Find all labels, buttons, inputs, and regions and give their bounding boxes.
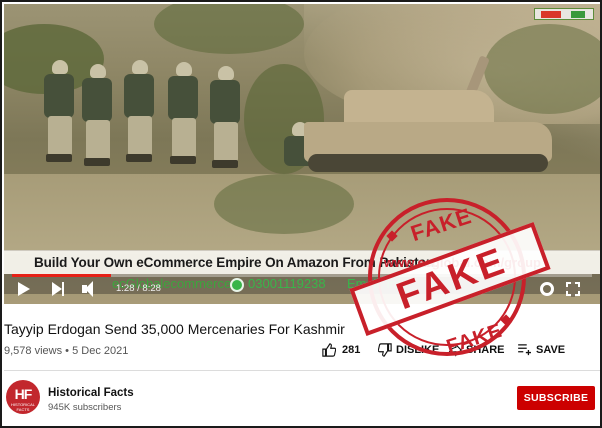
channel-avatar[interactable]: HF HISTORICAL FACTS [6,380,40,414]
settings-icon[interactable] [540,282,554,296]
stamp-star-icon [500,314,512,326]
avatar-subtitle: HISTORICAL FACTS [11,402,35,412]
share-icon[interactable] [448,343,462,357]
like-icon[interactable] [322,343,336,357]
ad-overlay-banner[interactable]: Build Your Own eCommerce Empire On Amazo… [4,250,600,274]
next-icon[interactable] [52,280,74,298]
progress-bar-fill [12,274,111,277]
time-display: 1:28 / 8:28 [116,283,161,294]
video-scene-brush [154,4,304,54]
ad-headline: Build Your Own eCommerce Empire On Amazo… [34,255,439,270]
dislike-icon[interactable] [378,343,392,357]
video-meta: 9,578 views • 5 Dec 2021 [4,345,128,357]
volume-icon[interactable] [82,280,104,298]
fullscreen-icon[interactable] [565,281,581,297]
progress-bar[interactable] [12,274,592,277]
subscriber-count: 945K subscribers [48,402,122,413]
view-count: 9,578 views [4,345,63,357]
video-scene-brush [214,174,354,234]
divider [4,370,600,371]
play-icon[interactable] [18,282,30,296]
meta-separator: • [65,345,70,357]
save-label: SAVE [536,344,566,356]
save-icon[interactable] [518,344,532,356]
subscribe-button[interactable]: SUBSCRIBE [517,386,595,410]
tank-figure [304,55,554,174]
video-title: Tayyip Erdogan Send 35,000 Mercenaries F… [4,321,345,337]
video-player[interactable]: Build Your Own eCommerce Empire On Amazo… [4,4,600,304]
tv-channel-logo [534,8,594,20]
player-controls: 1:28 / 8:28 [4,274,600,304]
upload-date: 5 Dec 2021 [72,345,129,357]
dislike-label: DISLIKE [396,344,440,356]
screenshot-frame: Build Your Own eCommerce Empire On Amazo… [0,0,602,428]
channel-name[interactable]: Historical Facts [48,387,134,399]
ad-url[interactable]: www.ecglobal.com/group [384,255,541,270]
share-label: SHARE [466,344,505,356]
video-actions: 281 DISLIKE SHARE SAVE [322,342,592,362]
like-count: 281 [342,344,361,356]
avatar-letters: HF [14,386,33,402]
